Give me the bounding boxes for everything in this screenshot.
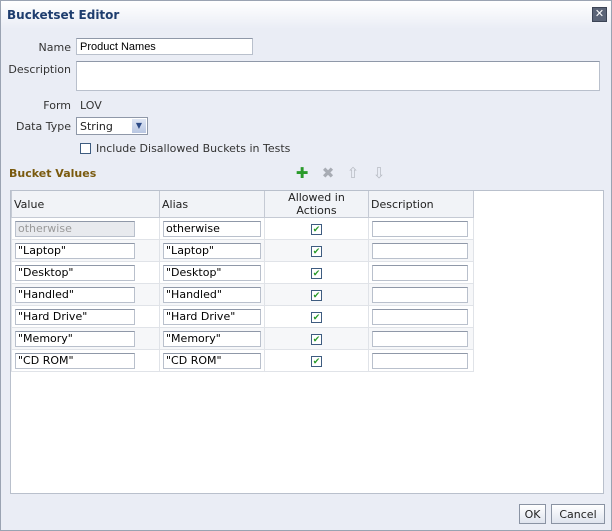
alias-input[interactable] bbox=[163, 352, 261, 369]
description-cell bbox=[368, 349, 474, 372]
description-input[interactable] bbox=[372, 242, 468, 259]
description-cell bbox=[368, 217, 474, 240]
allowed-cell: ✔ bbox=[264, 261, 369, 284]
column-header-alias[interactable]: Alias bbox=[159, 191, 265, 218]
description-cell bbox=[368, 239, 474, 262]
description-cell bbox=[368, 327, 474, 350]
table-row: ✔ bbox=[11, 283, 474, 306]
alias-input[interactable] bbox=[163, 220, 261, 237]
chevron-down-icon[interactable]: ▼ bbox=[132, 119, 146, 133]
value-input[interactable] bbox=[15, 264, 135, 281]
table-row: ✔ bbox=[11, 217, 474, 240]
allowed-checkbox[interactable]: ✔ bbox=[311, 311, 322, 323]
bucket-values-title: Bucket Values bbox=[9, 167, 97, 180]
table-row: ✔ bbox=[11, 239, 474, 262]
alias-cell bbox=[159, 349, 265, 372]
value-input[interactable] bbox=[15, 352, 135, 369]
description-textarea[interactable] bbox=[76, 61, 600, 91]
table-row: ✔ bbox=[11, 327, 474, 350]
table-row: ✔ bbox=[11, 305, 474, 328]
cancel-button[interactable]: Cancel bbox=[551, 504, 605, 524]
description-input[interactable] bbox=[372, 220, 468, 237]
value-cell bbox=[11, 217, 160, 240]
move-up-icon[interactable]: ⇧ bbox=[345, 165, 361, 181]
title-bar: Bucketset Editor ✕ bbox=[1, 1, 611, 29]
data-type-value: String bbox=[80, 120, 113, 133]
value-input[interactable] bbox=[15, 308, 135, 325]
alias-cell bbox=[159, 217, 265, 240]
alias-cell bbox=[159, 283, 265, 306]
data-type-label: Data Type bbox=[15, 120, 71, 133]
delete-icon[interactable]: ✖ bbox=[320, 165, 336, 181]
allowed-checkbox[interactable]: ✔ bbox=[311, 267, 322, 279]
value-input bbox=[15, 220, 135, 237]
allowed-checkbox[interactable]: ✔ bbox=[311, 245, 322, 257]
value-cell bbox=[11, 283, 160, 306]
include-disallowed-label: Include Disallowed Buckets in Tests bbox=[96, 142, 291, 155]
value-cell bbox=[11, 261, 160, 284]
bucket-values-table: Value Alias Allowed in Actions Descripti… bbox=[10, 190, 604, 494]
value-input[interactable] bbox=[15, 286, 135, 303]
allowed-checkbox[interactable]: ✔ bbox=[311, 355, 322, 367]
description-cell bbox=[368, 305, 474, 328]
description-input[interactable] bbox=[372, 264, 468, 281]
value-cell bbox=[11, 327, 160, 350]
allowed-checkbox[interactable]: ✔ bbox=[311, 333, 322, 345]
alias-input[interactable] bbox=[163, 308, 261, 325]
table-row: ✔ bbox=[11, 261, 474, 284]
close-icon[interactable]: ✕ bbox=[592, 7, 607, 22]
value-input[interactable] bbox=[15, 330, 135, 347]
description-cell bbox=[368, 261, 474, 284]
alias-input[interactable] bbox=[163, 264, 261, 281]
alias-cell bbox=[159, 239, 265, 262]
description-label: Description bbox=[8, 63, 71, 76]
alias-cell bbox=[159, 261, 265, 284]
dialog-title: Bucketset Editor bbox=[7, 8, 120, 22]
description-cell bbox=[368, 283, 474, 306]
form-label: Form bbox=[43, 99, 71, 112]
column-header-description[interactable]: Description bbox=[368, 191, 474, 218]
data-type-select[interactable]: String ▼ bbox=[76, 117, 148, 135]
value-cell bbox=[11, 239, 160, 262]
alias-input[interactable] bbox=[163, 242, 261, 259]
value-input[interactable] bbox=[15, 242, 135, 259]
alias-input[interactable] bbox=[163, 286, 261, 303]
name-input[interactable] bbox=[76, 38, 253, 55]
allowed-cell: ✔ bbox=[264, 349, 369, 372]
value-cell bbox=[11, 349, 160, 372]
alias-cell bbox=[159, 305, 265, 328]
table-header: Value Alias Allowed in Actions Descripti… bbox=[11, 191, 474, 218]
allowed-checkbox[interactable]: ✔ bbox=[311, 223, 322, 235]
alias-cell bbox=[159, 327, 265, 350]
description-input[interactable] bbox=[372, 330, 468, 347]
include-disallowed-checkbox[interactable] bbox=[80, 143, 91, 154]
add-icon[interactable]: ✚ bbox=[294, 165, 310, 181]
table-row: ✔ bbox=[11, 349, 474, 372]
bucketset-editor-dialog: Bucketset Editor ✕ Name Description Form… bbox=[0, 0, 612, 531]
alias-input[interactable] bbox=[163, 330, 261, 347]
description-input[interactable] bbox=[372, 352, 468, 369]
value-cell bbox=[11, 305, 160, 328]
allowed-cell: ✔ bbox=[264, 239, 369, 262]
column-header-allowed[interactable]: Allowed in Actions bbox=[264, 191, 369, 218]
description-input[interactable] bbox=[372, 286, 468, 303]
allowed-cell: ✔ bbox=[264, 217, 369, 240]
ok-button[interactable]: OK bbox=[519, 504, 546, 524]
name-label: Name bbox=[38, 41, 71, 54]
allowed-checkbox[interactable]: ✔ bbox=[311, 289, 322, 301]
column-header-value[interactable]: Value bbox=[11, 191, 160, 218]
form-value: LOV bbox=[80, 99, 102, 112]
description-input[interactable] bbox=[372, 308, 468, 325]
allowed-cell: ✔ bbox=[264, 305, 369, 328]
move-down-icon[interactable]: ⇩ bbox=[371, 165, 387, 181]
allowed-cell: ✔ bbox=[264, 327, 369, 350]
allowed-cell: ✔ bbox=[264, 283, 369, 306]
